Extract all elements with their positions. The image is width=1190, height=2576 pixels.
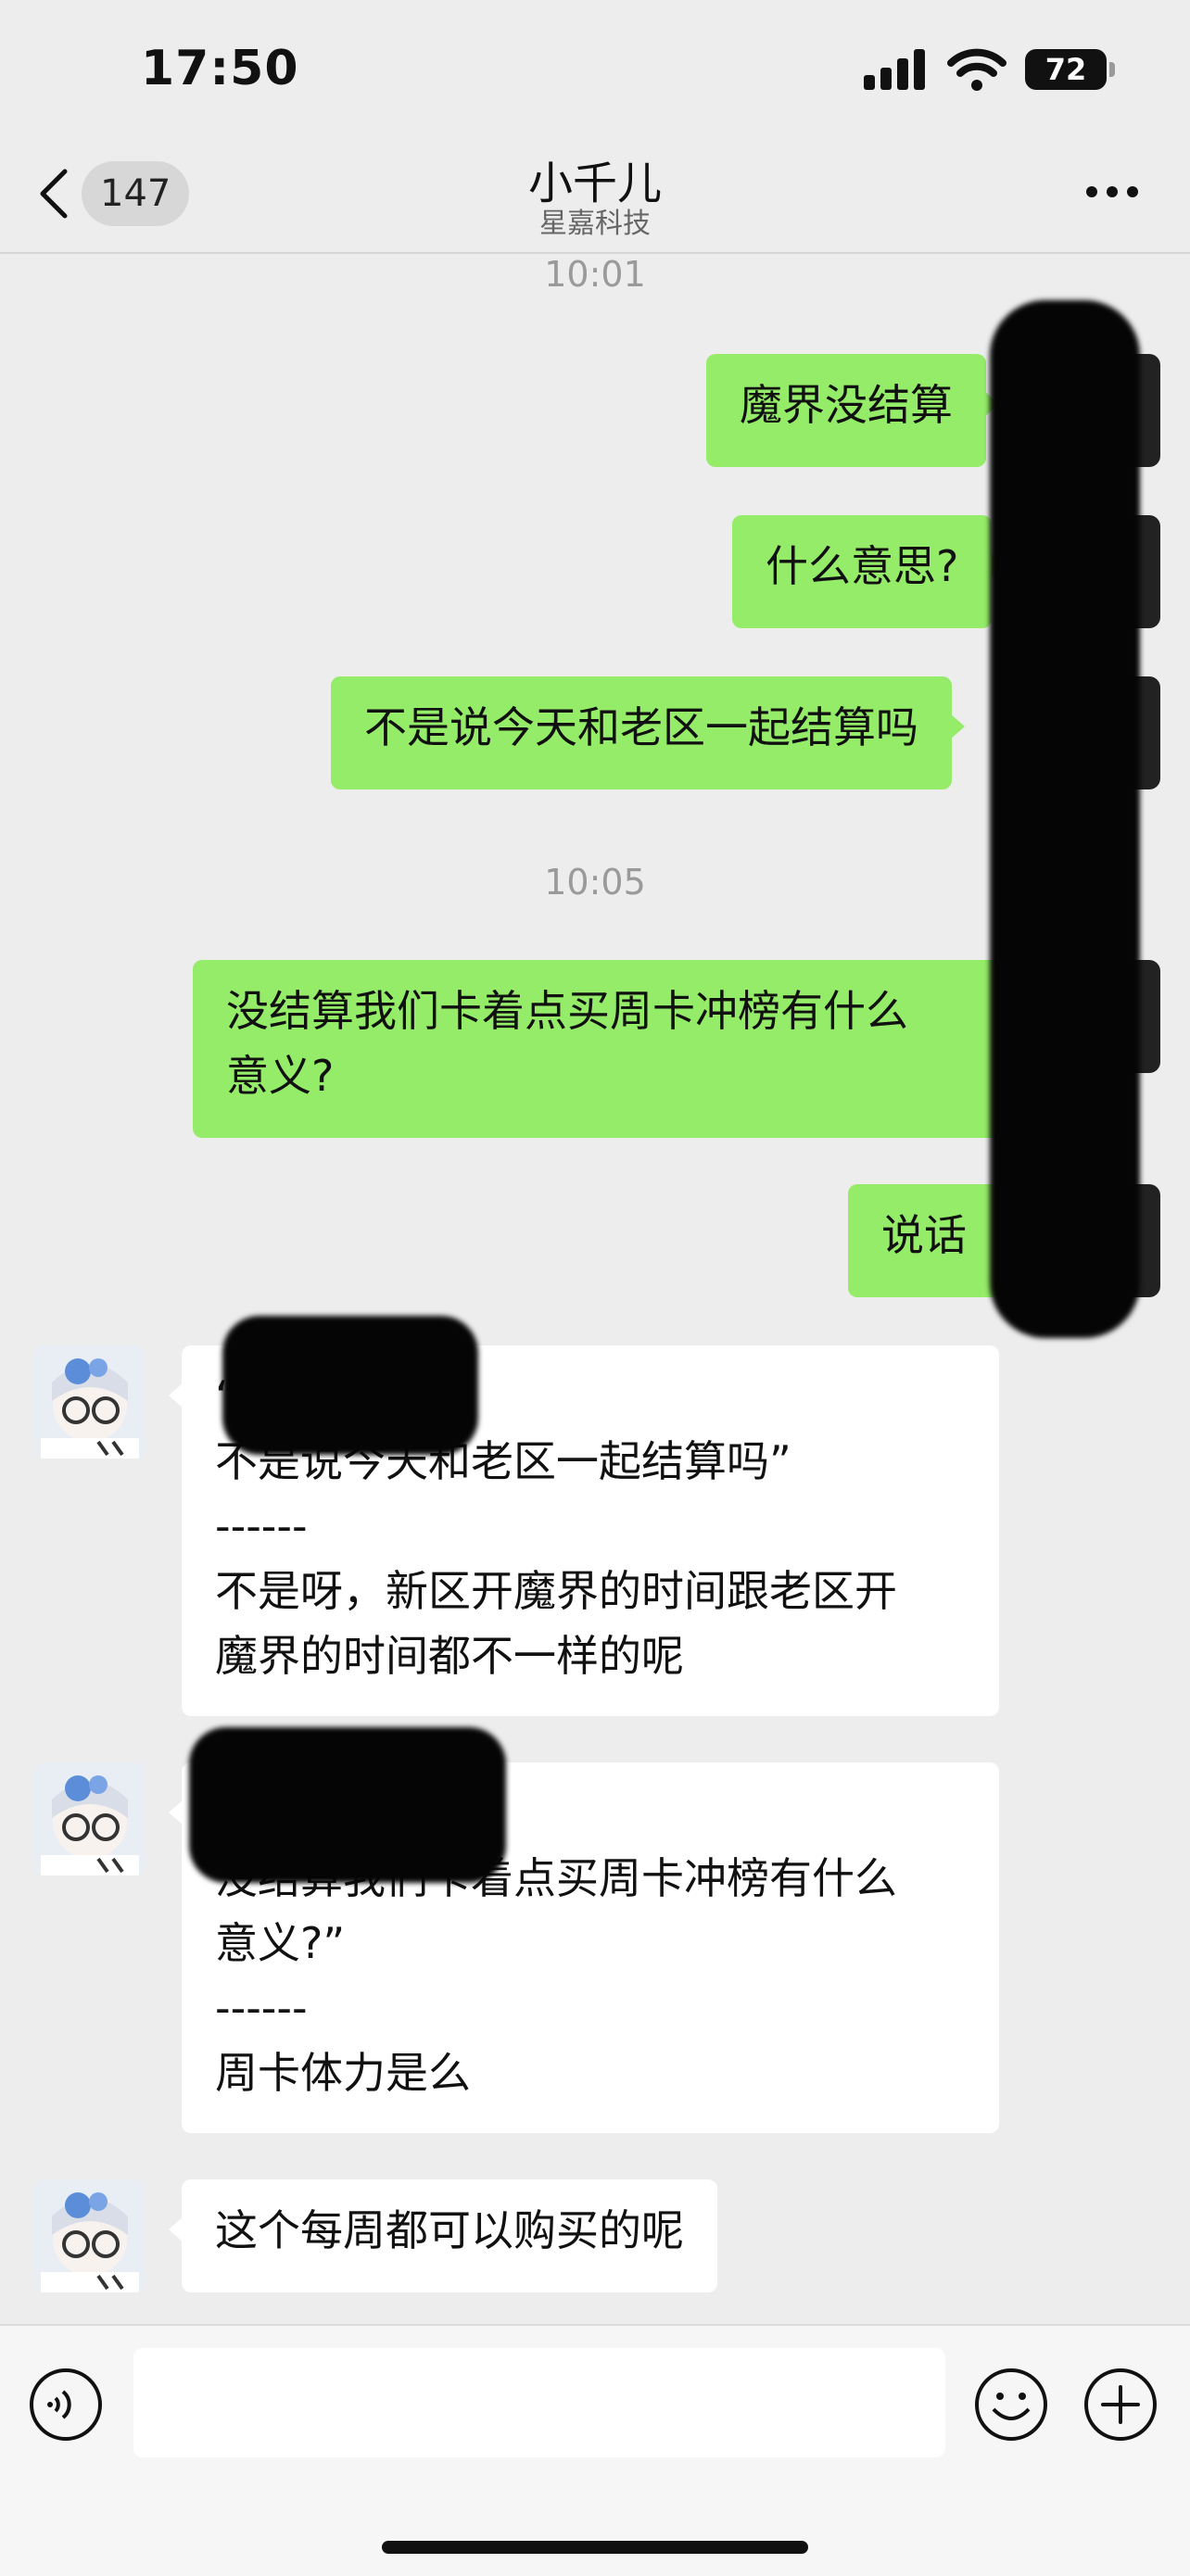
status-bar: 17:50 72 (0, 0, 1190, 139)
contact-avatar[interactable] (33, 2179, 146, 2292)
battery-level: 72 (1044, 52, 1087, 87)
input-bar (0, 2324, 1190, 2576)
message-bubble-incoming[interactable]: 这个每周都可以购买的呢 (169, 2179, 717, 2292)
contact-avatar[interactable] (33, 1762, 146, 1875)
anime-avatar-icon (33, 1762, 146, 1875)
chat-header: 147 小千儿 星嘉科技 (0, 139, 1190, 254)
message-bubble-outgoing[interactable]: 说话 (848, 1184, 1013, 1297)
status-time: 17:50 (141, 41, 299, 96)
more-dots-icon[interactable] (1084, 178, 1140, 206)
anime-avatar-icon (33, 2179, 146, 2292)
message-bubble-outgoing[interactable]: 魔界没结算 (706, 354, 999, 467)
message-list[interactable]: 10:01 魔界没结算 什么意思? 不是说今天和老区一起结算吗 10:05 没结… (0, 252, 1190, 2324)
wifi-icon (947, 48, 1006, 91)
redaction-mark (990, 300, 1140, 1338)
redaction-mark (222, 1316, 478, 1455)
message-timestamp: 10:01 (544, 254, 646, 295)
status-icons: 72 (864, 46, 1115, 93)
chat-subtitle: 星嘉科技 (539, 208, 651, 240)
message-input[interactable] (133, 2348, 945, 2457)
message-bubble-outgoing[interactable]: 不是说今天和老区一起结算吗 (331, 676, 965, 789)
message-bubble-outgoing[interactable]: 什么意思? (732, 515, 1006, 628)
home-indicator[interactable] (382, 2541, 808, 2554)
anime-avatar-icon (33, 1345, 146, 1458)
emoji-icon[interactable] (973, 2367, 1049, 2443)
redaction-mark (189, 1727, 506, 1883)
signal-icon (864, 49, 925, 90)
message-bubble-outgoing[interactable]: 没结算我们卡着点买周卡冲榜有什么 意义? (193, 960, 1021, 1138)
contact-avatar[interactable] (33, 1345, 146, 1458)
plus-icon[interactable] (1082, 2367, 1158, 2443)
battery-icon: 72 (1025, 49, 1115, 90)
voice-icon[interactable] (28, 2367, 104, 2443)
